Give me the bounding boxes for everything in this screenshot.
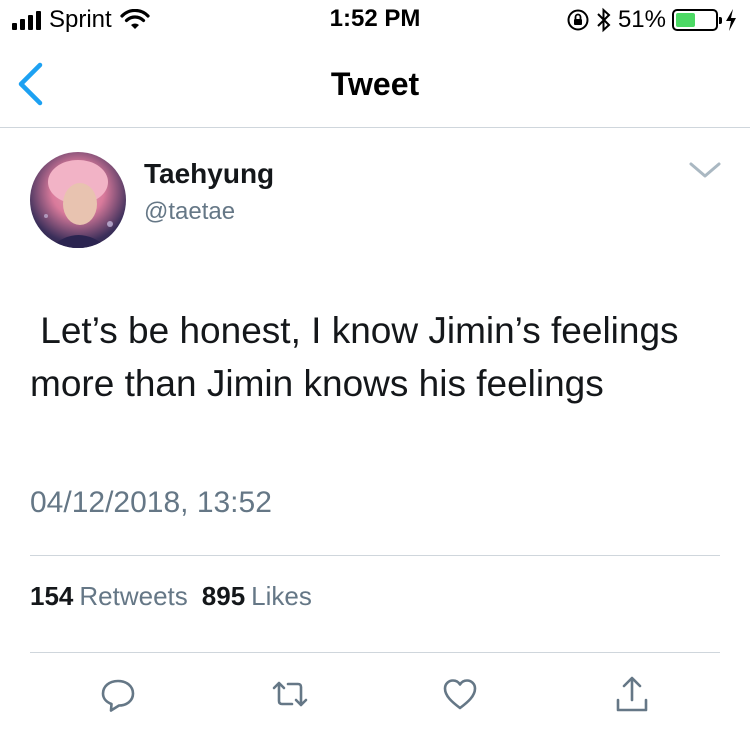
likes-count: 895 (201, 581, 246, 611)
likes-label: Likes (251, 581, 312, 611)
battery-percentage: 51% (617, 6, 666, 33)
divider (30, 652, 720, 653)
tweet-text: Let’s be honest, I know Jimin’s feelings… (30, 310, 689, 404)
share-icon (616, 676, 648, 712)
tweet-stats: 154 Retweets 895 Likes (30, 580, 312, 612)
reply-icon (101, 679, 135, 712)
retweets-stat[interactable]: 154 Retweets (30, 580, 188, 612)
retweets-label: Retweets (79, 581, 188, 611)
divider (30, 555, 720, 556)
avatar[interactable] (30, 152, 126, 248)
action-bar (0, 672, 750, 722)
tweet-timestamp: 04/12/2018, 13:52 (30, 486, 272, 519)
rotation-lock-icon (567, 9, 589, 31)
bluetooth-icon (597, 7, 611, 33)
reply-button[interactable] (96, 672, 140, 716)
like-button[interactable] (438, 672, 482, 716)
retweets-count: 154 (30, 581, 74, 611)
status-right: 51% (566, 6, 738, 34)
profile-photo (44, 160, 113, 248)
chevron-down-icon[interactable] (688, 160, 722, 180)
page-title: Tweet (330, 66, 420, 102)
user-handle[interactable]: @taetae (144, 197, 235, 227)
battery-icon (672, 9, 722, 31)
share-button[interactable] (610, 672, 654, 716)
charging-bolt-icon (726, 9, 736, 31)
retweet-icon (272, 681, 308, 707)
battery-fill (676, 13, 696, 27)
likes-stat[interactable]: 895 Likes (202, 580, 312, 612)
like-icon (443, 679, 477, 710)
status-bar: Sprint 1:52 PM 51% (0, 0, 750, 40)
display-name[interactable]: Taehyung (144, 157, 274, 191)
retweet-button[interactable] (268, 672, 312, 716)
nav-bar: Tweet (0, 40, 750, 128)
